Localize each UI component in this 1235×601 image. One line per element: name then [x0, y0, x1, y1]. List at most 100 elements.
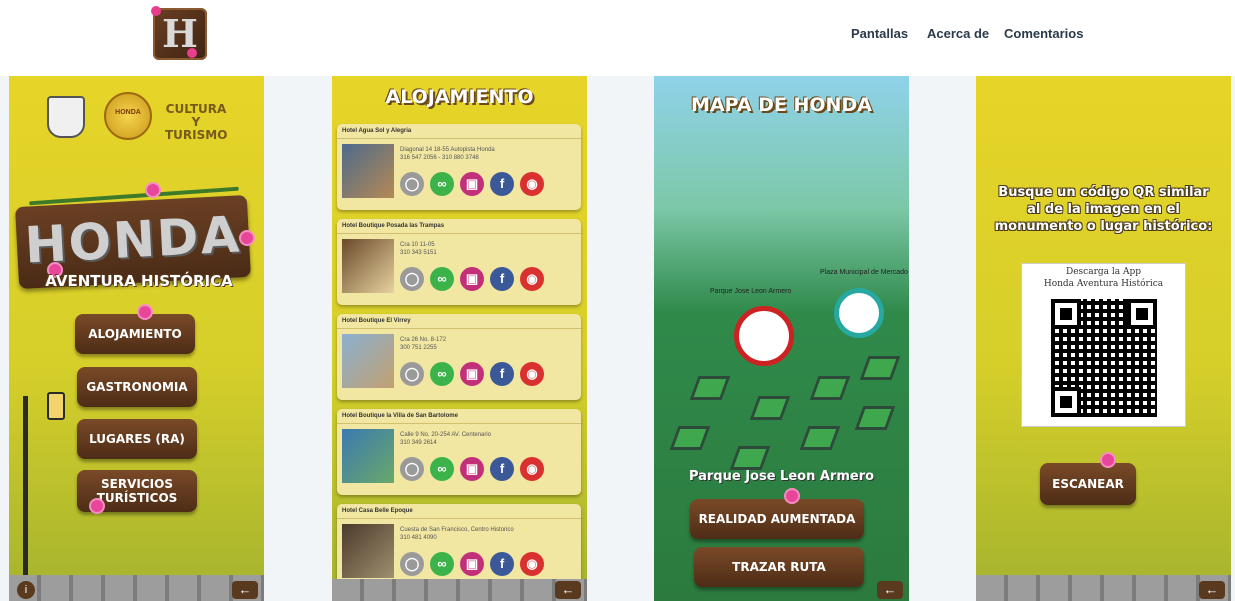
hotel-address-line: Cra 26 No. 8-172	[400, 337, 447, 343]
lamp-light-icon	[47, 392, 65, 420]
instagram-icon[interactable]: ▣	[460, 267, 484, 291]
nav-link-pantallas[interactable]: Pantallas	[851, 26, 908, 46]
instagram-icon[interactable]: ▣	[460, 457, 484, 481]
map-block	[729, 446, 771, 470]
map-block	[799, 426, 841, 450]
hotel-name: Hotel Agua Sol y Alegria	[342, 128, 412, 134]
tripadvisor-icon[interactable]: ∞	[430, 457, 454, 481]
menu-button-alojamiento[interactable]: ALOJAMIENTO	[75, 314, 195, 354]
top-navigation-bar: H Pantallas Acerca de Comentarios	[0, 0, 1235, 72]
municipal-crest-icon	[47, 96, 85, 138]
hotel-photo	[342, 334, 394, 388]
globe-icon[interactable]: ◯	[400, 457, 424, 481]
location-icon[interactable]: ◉	[520, 267, 544, 291]
back-arrow-icon[interactable]: ←	[232, 581, 258, 599]
flower-icon	[147, 184, 159, 196]
logo-flower-icon	[187, 48, 197, 58]
divider	[337, 518, 581, 519]
hotel-photo	[342, 144, 394, 198]
nav-link-comentarios[interactable]: Comentarios	[1004, 26, 1083, 46]
app-subtitle: AVENTURA HISTÓRICA	[45, 272, 233, 290]
screen-title: ALOJAMIENTO	[385, 86, 534, 108]
globe-icon[interactable]: ◯	[400, 267, 424, 291]
location-icon[interactable]: ◉	[520, 362, 544, 386]
facebook-icon[interactable]: f	[490, 457, 514, 481]
hotel-address-line: Calle 9 No. 20-254 AV. Centenario	[400, 432, 492, 438]
hotel-photo	[342, 524, 394, 578]
site-logo[interactable]: H	[151, 6, 207, 60]
hotel-photo	[342, 239, 394, 293]
instagram-icon[interactable]: ▣	[460, 362, 484, 386]
hotel-address: Diagonal 14 18-55 Autopista Honda 316 547…	[400, 146, 578, 162]
hotel-phone: 310 343 5151	[400, 250, 437, 256]
hotel-card[interactable]: Hotel Agua Sol y Alegria Diagonal 14 18-…	[337, 124, 581, 210]
selected-place-name: Parque Jose Leon Armero	[688, 469, 875, 484]
hotel-name: Hotel Boutique Posada las Trampas	[342, 223, 445, 229]
screenshot-alojamiento: ALOJAMIENTO Hotel Agua Sol y Alegria Dia…	[332, 76, 587, 601]
tripadvisor-icon[interactable]: ∞	[430, 552, 454, 576]
logo-flower-icon	[151, 6, 161, 16]
hotel-card[interactable]: Hotel Boutique la Villa de San Bartolome…	[337, 409, 581, 495]
globe-icon[interactable]: ◯	[400, 362, 424, 386]
qr-caption-line2: Honda Aventura Histórica	[1043, 279, 1164, 289]
menu-button-lugares[interactable]: LUGARES (RA)	[77, 419, 197, 459]
augmented-reality-button[interactable]: REALIDAD AUMENTADA	[690, 499, 864, 539]
back-arrow-icon[interactable]: ←	[877, 581, 903, 599]
divider	[337, 328, 581, 329]
flower-icon	[1102, 454, 1114, 466]
hotel-card[interactable]: Hotel Boutique El Virrey Cra 26 No. 8-17…	[337, 314, 581, 400]
map-block	[859, 356, 901, 380]
location-icon[interactable]: ◉	[520, 172, 544, 196]
flower-icon	[139, 306, 151, 318]
logo-letter: H	[162, 11, 198, 56]
tripadvisor-icon[interactable]: ∞	[430, 267, 454, 291]
hotel-phone: 310 481 4090	[400, 535, 437, 541]
map-block	[689, 376, 731, 400]
back-arrow-icon[interactable]: ←	[555, 581, 581, 599]
hotel-address: Calle 9 No. 20-254 AV. Centenario 310 349…	[400, 431, 578, 447]
location-icon[interactable]: ◉	[520, 552, 544, 576]
honda-seal-icon: HONDA	[104, 92, 152, 140]
map-pin-market[interactable]	[834, 288, 884, 338]
qr-sample-card: Descarga la App Honda Aventura Histórica	[1021, 263, 1186, 427]
map-block	[749, 396, 791, 420]
qr-finder	[1051, 387, 1081, 417]
globe-icon[interactable]: ◯	[400, 552, 424, 576]
globe-icon[interactable]: ◯	[400, 172, 424, 196]
flower-icon	[241, 232, 253, 244]
screenshot-map: MAPA DE HONDA Parque Jose Leon Armero Pl…	[654, 76, 909, 601]
tripadvisor-icon[interactable]: ∞	[430, 362, 454, 386]
hotel-card[interactable]: Hotel Boutique Posada las Trampas Cra 10…	[337, 219, 581, 305]
qr-caption-line1: Descarga la App	[1066, 267, 1141, 277]
cobblestone-footer	[9, 575, 264, 601]
back-arrow-icon[interactable]: ←	[1199, 581, 1225, 599]
hotel-address-line: Cra 10 11-05	[400, 242, 435, 248]
facebook-icon[interactable]: f	[490, 172, 514, 196]
info-icon[interactable]: i	[17, 581, 35, 599]
divider	[337, 233, 581, 234]
scan-instructions: Busque un código QR similar al de la ima…	[994, 185, 1213, 234]
facebook-icon[interactable]: f	[490, 552, 514, 576]
hotel-address: Cra 10 11-05 310 343 5151	[400, 241, 578, 257]
trace-route-button[interactable]: TRAZAR RUTA	[694, 547, 864, 587]
map-block	[809, 376, 851, 400]
instagram-icon[interactable]: ▣	[460, 552, 484, 576]
menu-button-gastronomia[interactable]: GASTRONOMIA	[77, 367, 197, 407]
scan-button[interactable]: ESCANEAR	[1040, 463, 1136, 505]
map-block	[669, 426, 711, 450]
hotel-card[interactable]: Hotel Casa Belle Epoque Cuesta de San Fr…	[337, 504, 581, 590]
hotel-address: Cra 26 No. 8-172 300 751 2255	[400, 336, 578, 352]
cobblestone-footer	[332, 579, 587, 601]
street-lamp-decoration	[23, 396, 28, 586]
flower-icon	[786, 490, 798, 502]
map-pin-church[interactable]	[734, 306, 794, 366]
tripadvisor-icon[interactable]: ∞	[430, 172, 454, 196]
instagram-icon[interactable]: ▣	[460, 172, 484, 196]
hotel-photo	[342, 429, 394, 483]
cobblestone-footer	[976, 575, 1231, 601]
nav-link-acerca[interactable]: Acerca de	[927, 26, 989, 46]
qr-code-image	[1051, 299, 1157, 417]
facebook-icon[interactable]: f	[490, 362, 514, 386]
location-icon[interactable]: ◉	[520, 457, 544, 481]
facebook-icon[interactable]: f	[490, 267, 514, 291]
